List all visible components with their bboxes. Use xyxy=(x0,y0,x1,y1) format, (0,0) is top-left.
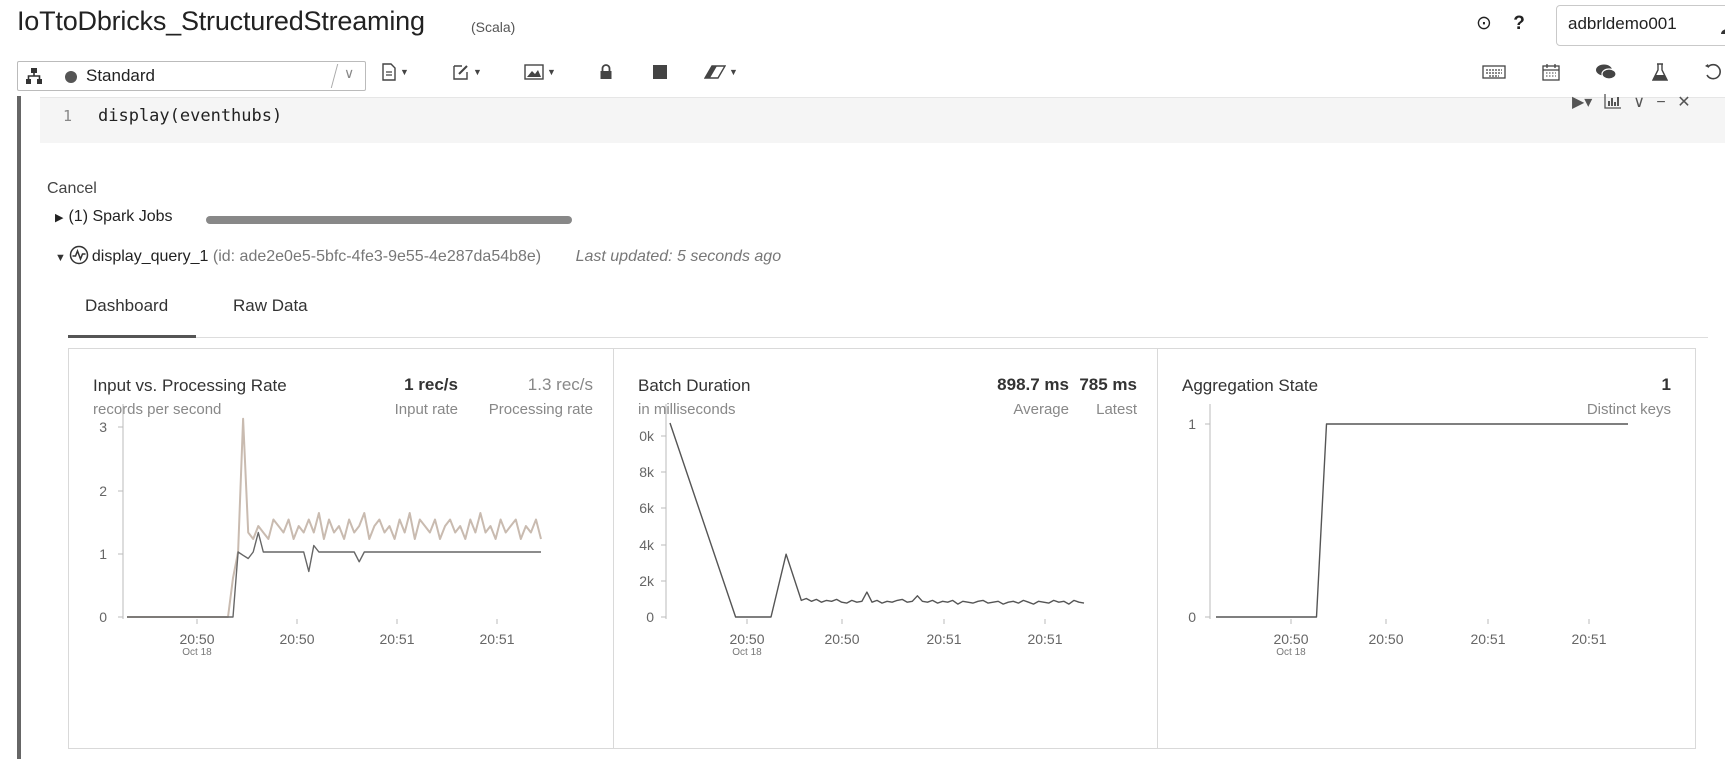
calendar-icon xyxy=(1542,64,1560,81)
cluster-tree-icon xyxy=(26,68,42,84)
clock-icon[interactable]: ⊙ xyxy=(1470,10,1498,38)
flask-icon xyxy=(1651,63,1669,81)
view-menu-button[interactable]: ▼ xyxy=(524,63,556,87)
caret-down-icon: ▼ xyxy=(55,252,66,264)
eraser-icon xyxy=(703,65,727,79)
chevron-down-icon: ∨ xyxy=(344,65,355,81)
y-tick-label: 6k xyxy=(639,500,655,516)
y-tick-label: 0 xyxy=(646,609,654,625)
y-tick-label: 0k xyxy=(639,428,655,444)
last-updated: Last updated: 5 seconds ago xyxy=(575,248,782,265)
stream-query-header[interactable]: ▼ display_query_1 (id: ade2e0e5-5bfc-4fe… xyxy=(55,245,781,266)
y-tick-label: 3 xyxy=(99,419,107,435)
x-tick-label: 20:51 xyxy=(1470,631,1505,647)
y-tick-label: 0 xyxy=(99,609,107,625)
line-number: 1 xyxy=(63,107,73,125)
streaming-icon xyxy=(69,245,89,265)
minimize-icon[interactable]: − xyxy=(1656,94,1665,111)
y-tick-label: 0 xyxy=(1188,609,1196,625)
series-line-1 xyxy=(669,422,1085,618)
notebook-header: IoTtoDbricks_StructuredStreaming (Scala)… xyxy=(0,0,1725,56)
x-tick-label: 20:50 xyxy=(1273,631,1308,647)
batch-duration-panel: Batch Duration in milliseconds 898.7 ms … xyxy=(613,349,1157,748)
edit-menu-button[interactable]: ▼ xyxy=(452,63,482,87)
x-tick-label: 20:50 xyxy=(279,631,314,647)
notebook-toolbar: Standard ∨ ▼ ▼ ▼ ▼ xyxy=(0,58,1725,94)
experiment-button[interactable] xyxy=(1651,63,1669,87)
schedule-button[interactable] xyxy=(1542,63,1560,87)
rate-chart: 0 1 2 3 20:50 20:50 20:51 20:51 Oct 18 xyxy=(99,404,542,658)
y-tick-label: 2k xyxy=(639,573,655,589)
clear-menu-button[interactable]: ▼ xyxy=(703,63,738,87)
input-processing-rate-panel: Input vs. Processing Rate records per se… xyxy=(69,349,613,748)
file-menu-button[interactable]: ▼ xyxy=(381,63,409,87)
chart-options-icon[interactable] xyxy=(1604,94,1626,111)
edit-icon xyxy=(453,65,468,80)
y-tick-label: 2 xyxy=(99,483,107,499)
cluster-name: Standard xyxy=(86,66,155,85)
y-tick-label: 4k xyxy=(639,537,655,553)
x-subtick-label: Oct 18 xyxy=(1276,647,1306,658)
revision-history-button[interactable] xyxy=(1704,63,1722,87)
close-icon[interactable]: ✕ xyxy=(1677,94,1690,111)
x-tick-label: 20:50 xyxy=(179,631,214,647)
notebook-language: (Scala) xyxy=(471,19,516,35)
spark-jobs-progress-bar xyxy=(206,216,572,224)
notebook-title[interactable]: IoTtoDbricks_StructuredStreaming xyxy=(17,6,425,37)
code-cell[interactable]: 1 display(eventhubs) xyxy=(40,97,1725,143)
permissions-button[interactable] xyxy=(599,63,613,87)
help-icon[interactable]: ? xyxy=(1505,10,1533,38)
cluster-selector[interactable]: Standard ∨ xyxy=(17,61,366,91)
x-tick-label: 20:51 xyxy=(479,631,514,647)
duration-chart: 0 2k 4k 6k 8k 0k 20:50 20:50 20:51 20:51 Oct 18 xyxy=(639,404,1085,658)
spark-jobs-toggle[interactable]: ▶ (1) Spark Jobs xyxy=(55,208,173,226)
x-tick-label: 20:51 xyxy=(926,631,961,647)
series-line-1 xyxy=(127,417,542,618)
cluster-status-dot xyxy=(65,71,77,83)
streaming-dashboard: Input vs. Processing Rate records per se… xyxy=(68,348,1696,749)
spark-jobs-label: (1) Spark Jobs xyxy=(68,208,173,225)
comments-button[interactable] xyxy=(1595,63,1617,87)
aggregation-state-panel: Aggregation State 1 Distinct keys 0 1 20:5… xyxy=(1157,349,1695,748)
stop-icon xyxy=(653,64,667,79)
output-tabs: Dashboard Raw Data xyxy=(68,292,1708,338)
cell-actions: ▶▾ ∨ − ✕ xyxy=(1572,92,1698,116)
query-name: display_query_1 xyxy=(91,248,209,265)
username: adbrldemo001 xyxy=(1568,14,1677,33)
x-tick-label: 20:50 xyxy=(1368,631,1403,647)
x-tick-label: 20:51 xyxy=(379,631,414,647)
y-tick-label: 1 xyxy=(99,546,107,562)
tab-raw-data[interactable]: Raw Data xyxy=(216,296,325,338)
x-subtick-label: Oct 18 xyxy=(182,647,212,658)
series-line-2 xyxy=(127,531,541,618)
run-cell-icon[interactable]: ▶▾ xyxy=(1572,94,1592,111)
x-subtick-label: Oct 18 xyxy=(732,647,762,658)
user-icon xyxy=(1721,29,1725,34)
comments-icon xyxy=(1596,64,1617,80)
series-line-1 xyxy=(1216,423,1628,618)
cluster-divider xyxy=(330,64,339,88)
y-tick-label: 1 xyxy=(1188,416,1196,432)
keyboard-icon xyxy=(1482,65,1506,79)
x-tick-label: 20:51 xyxy=(1571,631,1606,647)
lock-icon xyxy=(600,63,612,79)
tab-dashboard[interactable]: Dashboard xyxy=(68,296,196,338)
history-icon xyxy=(1705,63,1721,80)
x-tick-label: 20:50 xyxy=(824,631,859,647)
keyboard-shortcuts-button[interactable] xyxy=(1482,63,1506,87)
image-icon xyxy=(524,64,544,80)
x-tick-label: 20:51 xyxy=(1027,631,1062,647)
x-tick-label: 20:50 xyxy=(729,631,764,647)
code-editor[interactable]: display(eventhubs) xyxy=(98,106,282,126)
chevron-down-icon[interactable]: ∨ xyxy=(1633,94,1645,111)
query-id: (id: ade2e0e5-5bfc-4fe3-9e55-4e287da54b8… xyxy=(212,248,542,265)
y-tick-label: 8k xyxy=(639,464,655,480)
cell-margin-bar xyxy=(17,96,21,759)
file-icon xyxy=(382,63,396,81)
user-menu-button[interactable]: adbrldemo001 xyxy=(1556,5,1725,46)
stop-button[interactable] xyxy=(652,63,668,87)
cancel-link[interactable]: Cancel xyxy=(47,180,97,198)
aggregation-chart: 0 1 20:50 20:50 20:51 20:51 Oct 18 xyxy=(1188,404,1628,658)
caret-right-icon: ▶ xyxy=(55,212,64,224)
